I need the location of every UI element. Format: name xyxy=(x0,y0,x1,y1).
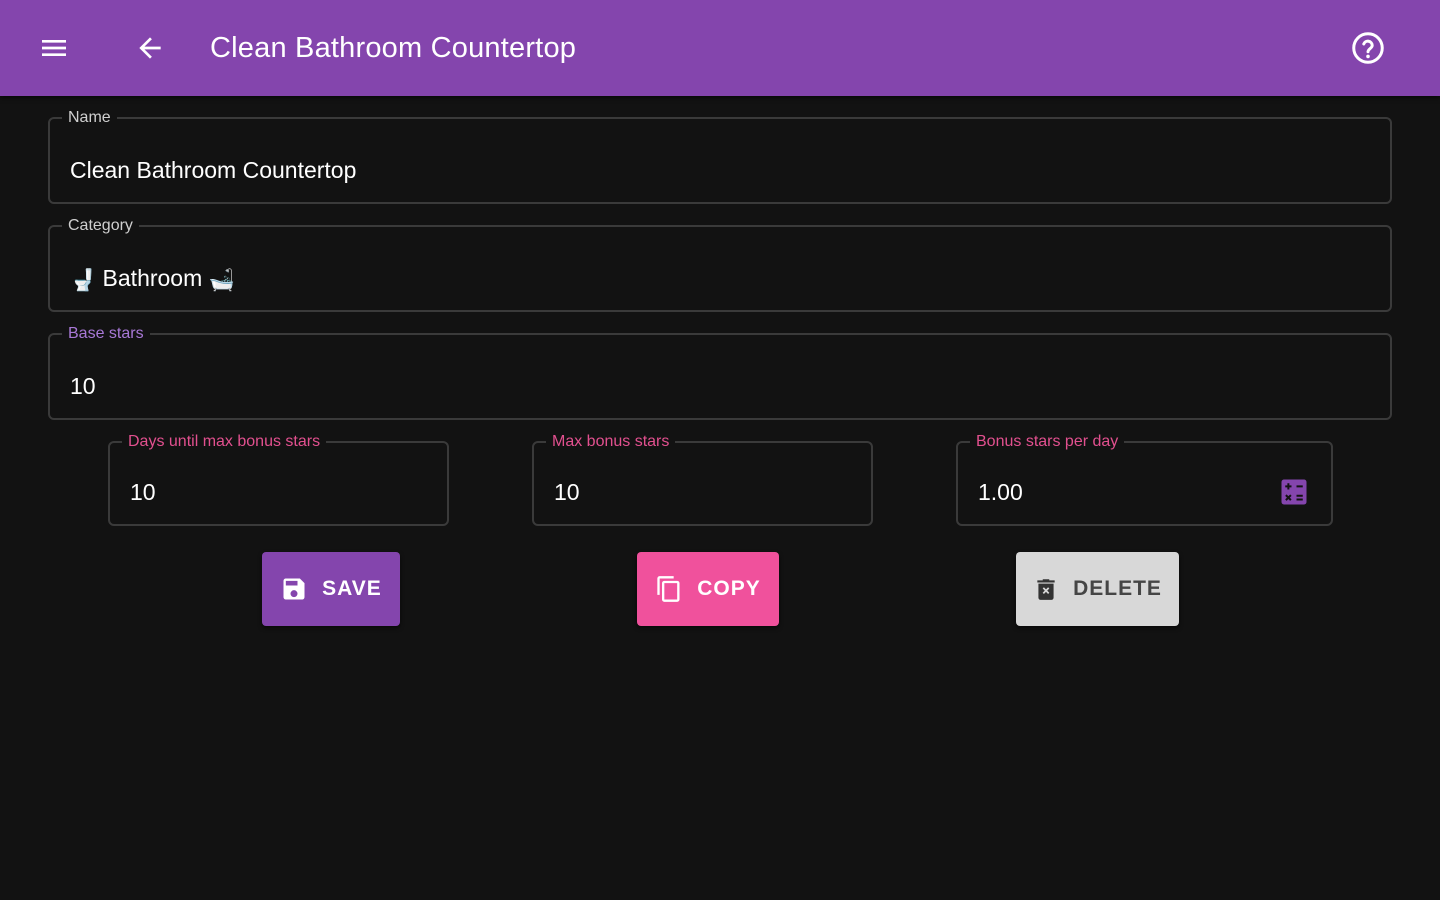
save-button[interactable]: SAVE xyxy=(262,552,400,626)
bonus-stars-per-day-input[interactable]: 1.00 xyxy=(978,479,1023,506)
name-input[interactable]: Clean Bathroom Countertop xyxy=(70,157,356,184)
category-select[interactable]: 🚽 Bathroom 🛁 xyxy=(70,265,235,293)
delete-label: DELETE xyxy=(1073,577,1162,600)
bonus-stars-per-day-label: Bonus stars per day xyxy=(976,433,1119,450)
category-field[interactable]: Category 🚽 Bathroom 🛁 xyxy=(48,217,1392,312)
base-stars-field[interactable]: Base stars 10 xyxy=(48,325,1392,420)
delete-icon xyxy=(1033,576,1059,602)
name-field[interactable]: Name Clean Bathroom Countertop xyxy=(48,109,1392,204)
save-label: SAVE xyxy=(322,577,382,600)
base-stars-input[interactable]: 10 xyxy=(70,373,96,400)
calculator-icon[interactable] xyxy=(1279,477,1309,507)
name-label: Name xyxy=(68,109,111,126)
max-bonus-stars-input[interactable]: 10 xyxy=(554,479,580,506)
help-icon[interactable] xyxy=(1344,24,1392,72)
save-icon xyxy=(280,575,308,603)
bathtub-icon: 🛁 xyxy=(208,269,235,292)
delete-button[interactable]: DELETE xyxy=(1016,552,1179,626)
max-bonus-stars-label: Max bonus stars xyxy=(552,433,670,450)
bonus-stars-per-day-field[interactable]: Bonus stars per day 1.00 xyxy=(956,433,1333,526)
category-label: Category xyxy=(68,217,133,234)
days-until-max-bonus-field[interactable]: Days until max bonus stars 10 xyxy=(108,433,449,526)
copy-label: COPY xyxy=(697,577,761,600)
menu-icon[interactable] xyxy=(30,24,78,72)
base-stars-label: Base stars xyxy=(68,325,144,342)
days-until-max-bonus-label: Days until max bonus stars xyxy=(128,433,321,450)
copy-icon xyxy=(655,575,683,603)
back-arrow-icon[interactable] xyxy=(126,24,174,72)
days-until-max-bonus-input[interactable]: 10 xyxy=(130,479,156,506)
app-bar: Clean Bathroom Countertop xyxy=(0,0,1440,96)
max-bonus-stars-field[interactable]: Max bonus stars 10 xyxy=(532,433,873,526)
category-value: Bathroom xyxy=(102,265,203,291)
page-title: Clean Bathroom Countertop xyxy=(210,32,577,64)
toilet-icon: 🚽 xyxy=(70,269,97,292)
copy-button[interactable]: COPY xyxy=(637,552,779,626)
